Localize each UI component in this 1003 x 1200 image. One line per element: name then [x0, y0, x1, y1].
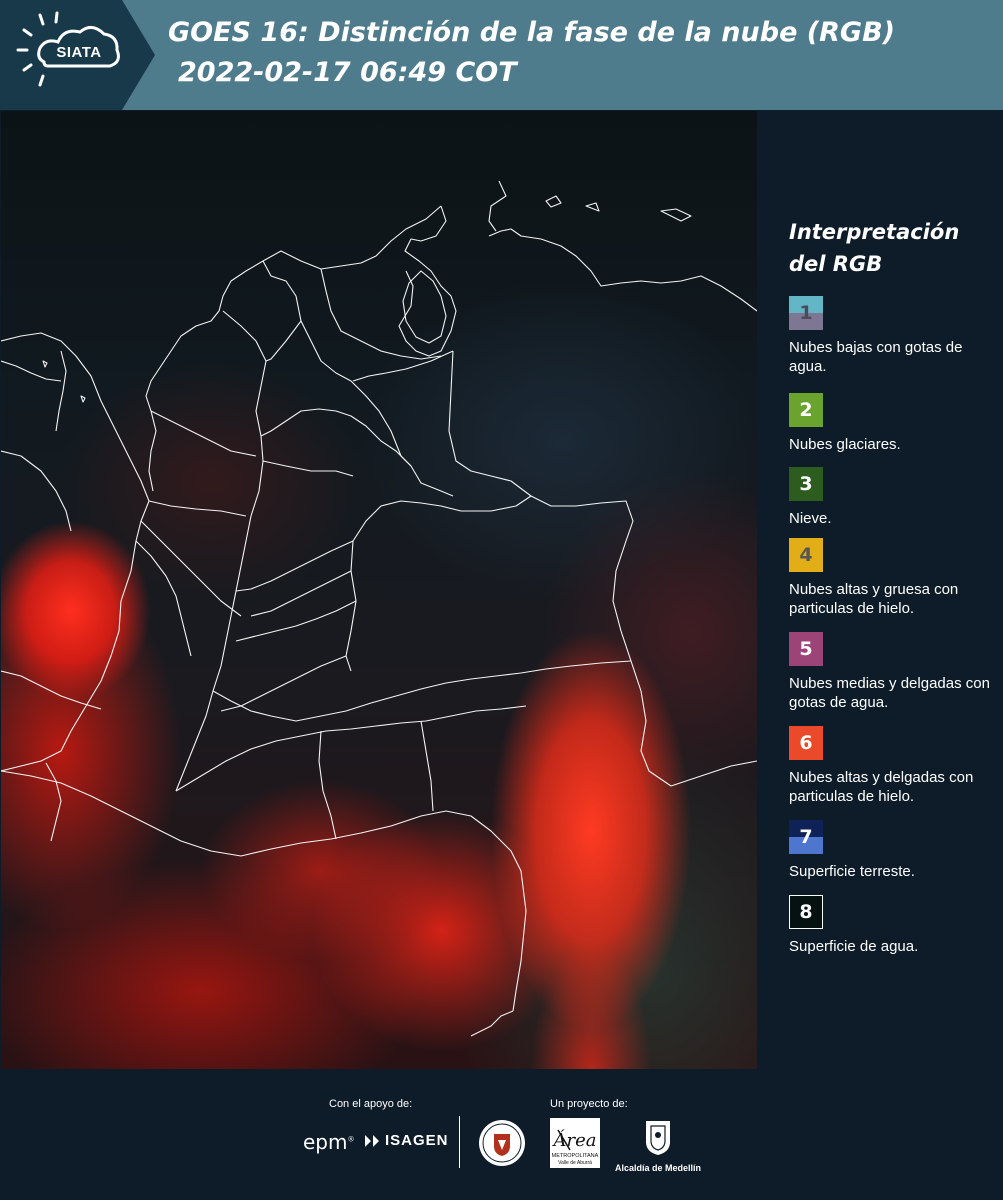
legend-number-1: 1: [799, 302, 813, 324]
legend-item-7: 7 Superficie terreste.: [789, 820, 999, 881]
legend-swatch-3: 3: [789, 467, 823, 501]
siata-logo: SIATA: [0, 0, 155, 110]
legend-number-4: 4: [799, 544, 813, 566]
siata-logo-text: SIATA: [56, 44, 102, 61]
legend-item-3: 3 Nieve.: [789, 467, 999, 528]
legend-number-5: 5: [799, 638, 813, 660]
legend-item-4: 4 Nubes altas y gruesa con particulas de…: [789, 538, 999, 618]
legend-swatch-5: 5: [789, 632, 823, 666]
isagen-logo: ISAGEN: [363, 1132, 449, 1149]
legend-title-line1: Interpretación: [789, 220, 960, 244]
footer-divider: [459, 1116, 460, 1168]
epm-logo: epm®: [303, 1130, 355, 1154]
legend-number-2: 2: [799, 399, 813, 421]
area-logo-sub1: METROPOLITANA: [552, 1153, 599, 1159]
header-bar: SIATA GOES 16: Distinción de la fase de …: [0, 0, 1003, 110]
footer: Con el apoyo de: Un proyecto de: epm® IS…: [0, 1070, 1003, 1200]
legend-swatch-8: 8: [789, 895, 823, 929]
epm-logo-text: epm: [303, 1130, 348, 1154]
seal-icon: [479, 1120, 525, 1166]
legend-swatch-4: 4: [789, 538, 823, 572]
isagen-logo-text: ISAGEN: [385, 1132, 449, 1149]
legend-swatch-7: 7: [789, 820, 823, 854]
legend-number-7: 7: [799, 826, 813, 848]
legend-label-5: Nubes medias y delgadas con gotas de agu…: [789, 675, 990, 711]
legend-item-6: 6 Nubes altas y delgadas con particulas …: [789, 726, 999, 806]
legend-item-1: 1 Nubes bajas con gotas de agua.: [789, 296, 999, 376]
legend-item-8: 8 Superficie de agua.: [789, 895, 999, 956]
legend-number-6: 6: [799, 732, 813, 754]
satellite-map: [1, 111, 757, 1069]
colombia-borders: [1, 180, 757, 1037]
legend-item-5: 5 Nubes medias y delgadas con gotas de a…: [789, 632, 999, 712]
support-caption: Con el apoyo de:: [329, 1098, 413, 1110]
legend-number-3: 3: [799, 473, 813, 495]
legend-label-4: Nubes altas y gruesa con particulas de h…: [789, 581, 959, 617]
timestamp-subtitle: 2022-02-17 06:49 COT: [178, 57, 517, 88]
alcaldia-medellin-logo: Alcaldía de Medellín: [612, 1118, 704, 1173]
legend-label-7: Superficie terreste.: [789, 863, 915, 880]
page-title: GOES 16: Distinción de la fase de la nub…: [168, 17, 895, 48]
legend-title-line2: del RGB: [789, 252, 883, 276]
alcaldia-logo-text: Alcaldía de Medellín: [614, 1163, 702, 1173]
legend-item-2: 2 Nubes glaciares.: [789, 393, 999, 454]
legend-label-8: Superficie de agua.: [789, 938, 919, 955]
isagen-icon: [365, 1134, 379, 1147]
project-caption: Un proyecto de:: [550, 1098, 628, 1110]
legend-number-8: 8: [799, 901, 813, 923]
legend-swatch-2: 2: [789, 393, 823, 427]
area-metropolitana-icon: Área METROPOLITANA Valle de Aburrá: [550, 1118, 600, 1168]
legend-swatch-1: 1: [789, 296, 823, 330]
area-metropolitana-logo: Área METROPOLITANA Valle de Aburrá: [550, 1118, 600, 1173]
alcaldia-shield-icon: [646, 1121, 670, 1155]
legend-title: Interpretación del RGB: [789, 216, 994, 280]
legend-label-1: Nubes bajas con gotas de agua.: [789, 339, 963, 375]
area-logo-sub2: Valle de Aburrá: [558, 1160, 592, 1166]
legend-label-3: Nieve.: [789, 510, 832, 527]
legend-label-6: Nubes altas y delgadas con particulas de…: [789, 769, 974, 805]
legend-swatch-6: 6: [789, 726, 823, 760]
municipal-seal-logo: [477, 1118, 527, 1173]
legend-label-2: Nubes glaciares.: [789, 436, 901, 453]
